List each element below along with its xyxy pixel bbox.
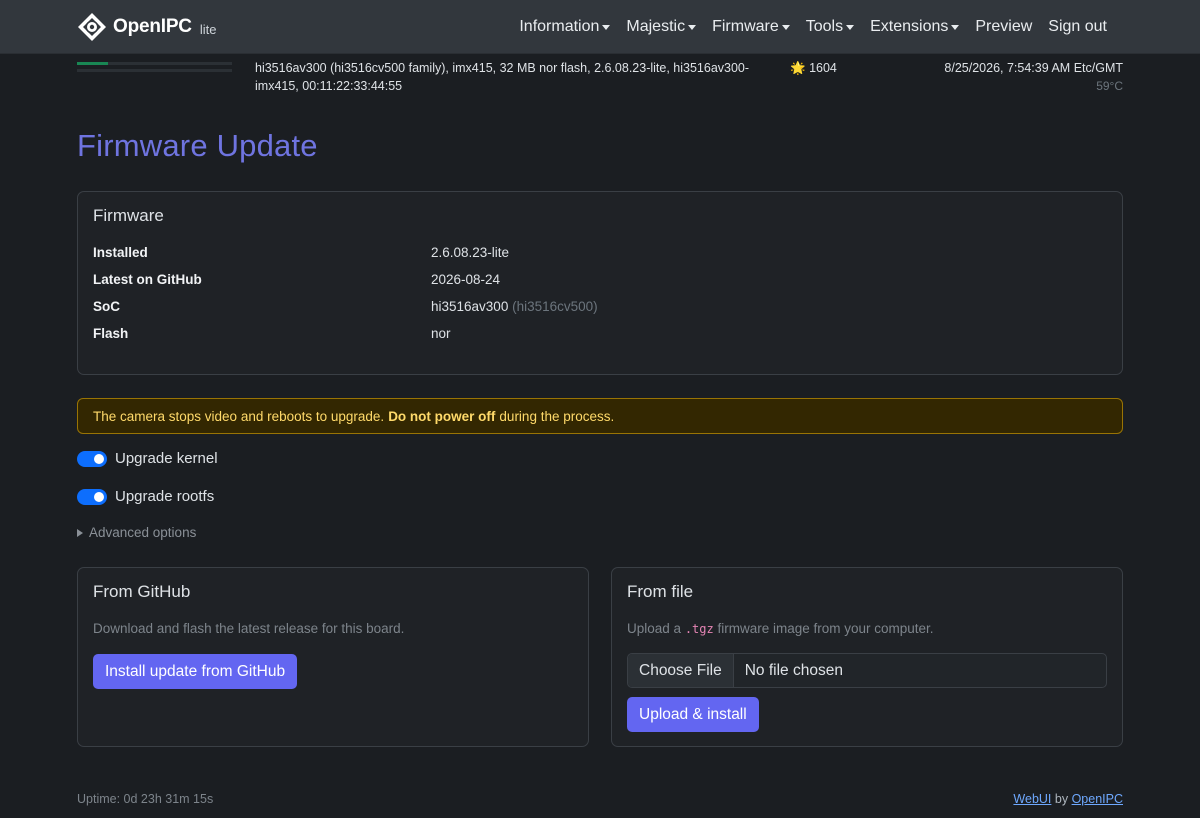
nav-label: Sign out xyxy=(1048,18,1107,35)
nav-information[interactable]: Information xyxy=(511,18,618,36)
nav-tools[interactable]: Tools xyxy=(798,18,862,36)
caret-down-icon xyxy=(846,24,855,30)
device-datetime: 8/25/2026, 7:54:39 AM Etc/GMT xyxy=(944,61,1123,75)
nav-label: Preview xyxy=(975,18,1033,35)
nav-label: Firmware xyxy=(712,18,779,35)
nav-extensions[interactable]: Extensions xyxy=(862,18,967,36)
resource-bar xyxy=(77,62,232,65)
row-label: Flash xyxy=(93,326,129,341)
nav-label: Information xyxy=(519,18,600,35)
row-value: 2026-08-24 xyxy=(431,272,501,287)
row-value: 2.6.08.23-lite xyxy=(431,245,510,260)
chosen-file-name: No file chosen xyxy=(744,661,843,679)
card-title: From file xyxy=(627,582,694,601)
nav-preview[interactable]: Preview xyxy=(967,18,1040,36)
main-nav: Information Majestic Firmware Tools Exte… xyxy=(511,0,1115,54)
page-title: Firmware Update xyxy=(77,128,318,163)
openipc-logo-icon xyxy=(77,12,107,42)
choose-file-button[interactable]: Choose File xyxy=(628,654,734,687)
brand-edition: lite xyxy=(199,21,217,37)
row-label: SoC xyxy=(93,299,120,314)
caret-down-icon xyxy=(951,24,960,30)
soc-family: (hi3516cv500) xyxy=(512,299,598,314)
row-label: Installed xyxy=(93,245,148,260)
top-navbar: OpenIPC lite Information Majestic Firmwa… xyxy=(0,0,1200,54)
footer-credits: WebUI by OpenIPC xyxy=(1013,792,1123,806)
resource-bar-fill xyxy=(77,62,108,65)
firmware-file-input[interactable]: Choose File No file chosen xyxy=(627,653,1107,688)
nav-label: Tools xyxy=(805,18,844,35)
install-from-github-button[interactable]: Install update from GitHub xyxy=(93,654,298,689)
file-extension-code: .tgz xyxy=(684,622,714,636)
webui-link[interactable]: WebUI xyxy=(1013,792,1051,806)
advanced-options-toggle[interactable]: Advanced options xyxy=(77,525,196,540)
brand-name: OpenIPC xyxy=(113,16,192,37)
openipc-link[interactable]: OpenIPC xyxy=(1072,792,1123,806)
github-update-card: From GitHub Download and flash the lates… xyxy=(77,567,589,747)
resource-bars xyxy=(77,62,232,76)
caret-down-icon xyxy=(781,24,790,30)
card-description: Download and flash the latest release fo… xyxy=(93,621,405,636)
nav-sign-out[interactable]: Sign out xyxy=(1040,18,1115,36)
caret-down-icon xyxy=(602,24,611,30)
nav-majestic[interactable]: Majestic xyxy=(618,18,704,36)
row-value: hi3516av300 (hi3516cv500) xyxy=(431,299,598,314)
system-info: hi3516av300 (hi3516cv500 family), imx415… xyxy=(255,61,750,93)
upgrade-kernel-switch[interactable] xyxy=(77,450,107,467)
row-label: Latest on GitHub xyxy=(93,272,202,287)
card-title: From GitHub xyxy=(93,582,191,601)
uptime-text: Uptime: 0d 23h 31m 15s xyxy=(77,792,214,806)
upgrade-kernel-toggle-row: Upgrade kernel xyxy=(77,450,218,467)
caret-down-icon xyxy=(688,24,697,30)
desc-post: firmware image from your computer. xyxy=(717,621,934,636)
switch-knob xyxy=(94,453,104,464)
star-count: 1604 xyxy=(809,61,837,75)
star-icon: 🌟 xyxy=(790,61,806,75)
file-upload-card: From file Upload a .tgz firmware image f… xyxy=(611,567,1123,747)
resource-bar xyxy=(77,69,232,72)
upgrade-rootfs-switch[interactable] xyxy=(77,488,107,505)
firmware-info-card: Firmware Installed 2.6.08.23-lite Latest… xyxy=(77,191,1123,375)
alert-text: The camera stops video and reboots to up… xyxy=(93,408,385,424)
upgrade-kernel-label[interactable]: Upgrade kernel xyxy=(115,450,218,467)
row-value: nor xyxy=(431,326,451,341)
upload-install-button[interactable]: Upload & install xyxy=(627,697,759,732)
nav-label: Extensions xyxy=(870,18,949,35)
disclosure-triangle-icon xyxy=(77,528,83,537)
card-description: Upload a .tgz firmware image from your c… xyxy=(627,621,934,636)
soc-name: hi3516av300 xyxy=(431,299,509,314)
soc-temperature: 59°C xyxy=(1096,79,1123,93)
advanced-options-label: Advanced options xyxy=(89,525,197,540)
github-stars: 🌟 1604 xyxy=(790,59,837,77)
footer-by: by xyxy=(1054,792,1069,806)
desc-pre: Upload a xyxy=(627,621,682,636)
nav-firmware[interactable]: Firmware xyxy=(704,18,798,36)
card-title: Firmware xyxy=(93,206,164,225)
alert-text-end: during the process. xyxy=(499,408,615,424)
brand-link[interactable]: OpenIPC lite xyxy=(77,12,216,42)
upgrade-rootfs-toggle-row: Upgrade rootfs xyxy=(77,488,214,505)
upgrade-rootfs-label[interactable]: Upgrade rootfs xyxy=(115,488,214,505)
switch-knob xyxy=(94,491,104,502)
nav-label: Majestic xyxy=(626,18,686,35)
warning-alert: The camera stops video and reboots to up… xyxy=(77,398,1123,434)
alert-emphasis: Do not power off xyxy=(388,408,496,424)
